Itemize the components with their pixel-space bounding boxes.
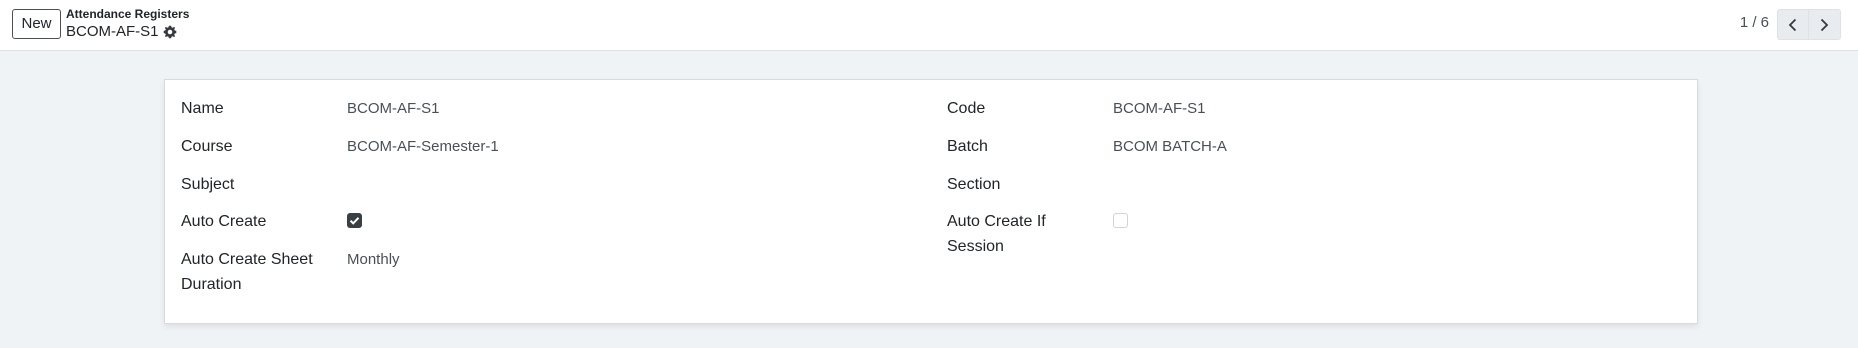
auto-create-session-label-line2: Session: [947, 238, 1004, 255]
course-label: Course: [181, 138, 233, 155]
form-sheet: Name BCOM-AF-S1 Course BCOM-AF-Semester-…: [164, 79, 1698, 324]
check-icon: [349, 217, 360, 225]
breadcrumb-current: BCOM-AF-S1: [66, 23, 159, 40]
auto-create-label: Auto Create: [181, 213, 267, 230]
chevron-right-icon: [1820, 18, 1829, 32]
section-value[interactable]: [1113, 172, 1513, 197]
pager-previous-button[interactable]: [1777, 9, 1809, 40]
chevron-left-icon: [1788, 18, 1797, 32]
auto-create-checkbox[interactable]: [347, 213, 362, 228]
new-button[interactable]: New: [12, 9, 61, 39]
gear-icon[interactable]: [163, 25, 177, 39]
breadcrumb-parent[interactable]: Attendance Registers: [66, 7, 189, 21]
auto-create-session-checkbox[interactable]: [1113, 213, 1128, 228]
name-label: Name: [181, 100, 224, 117]
code-label: Code: [947, 100, 986, 117]
pager-value[interactable]: 1 / 6: [1740, 14, 1769, 31]
name-value[interactable]: BCOM-AF-S1: [347, 96, 440, 121]
code-value[interactable]: BCOM-AF-S1: [1113, 96, 1206, 121]
subject-value[interactable]: [347, 172, 747, 197]
sheet-duration-value[interactable]: Monthly: [347, 247, 400, 272]
sheet-duration-label-line1: Auto Create Sheet: [181, 251, 313, 268]
batch-value[interactable]: BCOM BATCH-A: [1113, 134, 1227, 159]
control-panel: New Attendance Registers BCOM-AF-S1 1 / …: [0, 0, 1858, 51]
batch-label: Batch: [947, 138, 988, 155]
section-label: Section: [947, 176, 1001, 193]
subject-label: Subject: [181, 176, 235, 193]
auto-create-session-label-line1: Auto Create If: [947, 213, 1046, 230]
sheet-duration-label-line2: Duration: [181, 276, 242, 293]
course-value[interactable]: BCOM-AF-Semester-1: [347, 134, 499, 159]
pager-next-button[interactable]: [1809, 9, 1841, 40]
